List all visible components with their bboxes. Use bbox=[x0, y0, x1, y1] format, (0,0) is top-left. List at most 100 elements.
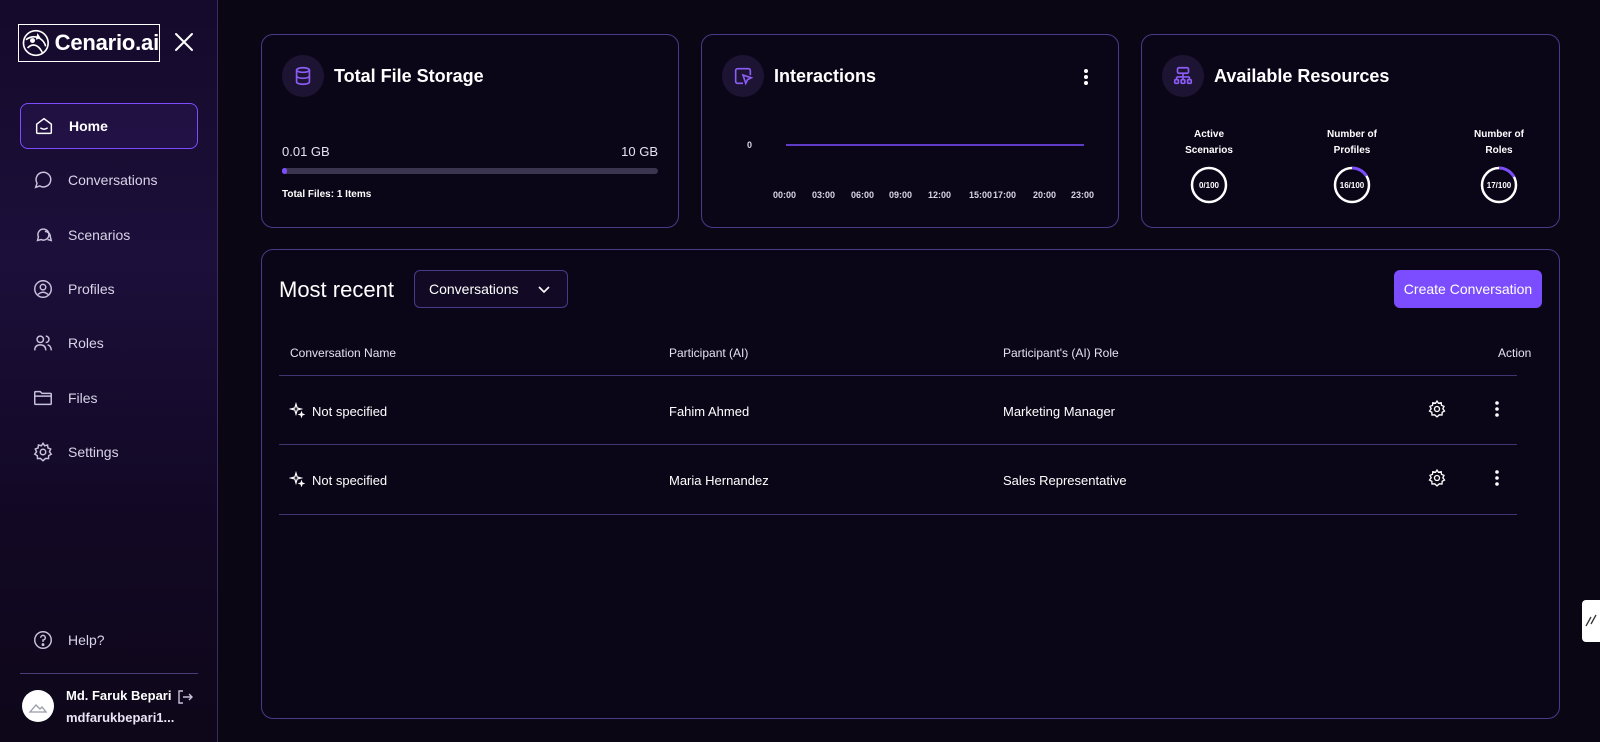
x-tick-label: 03:00 bbox=[812, 190, 836, 200]
chat-icon bbox=[34, 171, 52, 189]
app-name: Cenario.ai bbox=[54, 30, 160, 55]
resources-card: Available Resources Active Scenarios 0/100… bbox=[1141, 34, 1560, 228]
x-tick-label: 06:00 bbox=[851, 190, 875, 200]
resources-icon-wrap bbox=[1162, 55, 1204, 97]
row-menu-icon[interactable] bbox=[1487, 399, 1507, 419]
resource-label: Number of bbox=[1474, 129, 1524, 140]
x-tick-label: 12:00 bbox=[928, 190, 952, 200]
avatar[interactable] bbox=[22, 690, 54, 722]
column-header-action: Action bbox=[1498, 346, 1532, 360]
row-conversation-name[interactable]: Not specified bbox=[312, 473, 387, 488]
storage-progress-bar bbox=[282, 168, 658, 174]
sidebar-item-roles[interactable]: Roles bbox=[20, 320, 198, 366]
sidebar-item-home[interactable]: Home bbox=[20, 103, 198, 149]
ring-value: 17/100 bbox=[1487, 181, 1512, 190]
side-tab-icon bbox=[1585, 614, 1597, 627]
x-tick-label: 09:00 bbox=[889, 190, 913, 200]
row-role: Marketing Manager bbox=[1003, 404, 1115, 419]
sidebar: Cenario.ai Home Conversations Scenarios … bbox=[0, 0, 218, 742]
sidebar-item-label: Help? bbox=[68, 632, 105, 648]
home-icon bbox=[35, 117, 53, 135]
chevron-down-icon bbox=[538, 286, 550, 294]
app-logo[interactable]: Cenario.ai bbox=[18, 24, 160, 62]
resources-title: Available Resources bbox=[1214, 66, 1390, 86]
resource-stat: Active Scenarios 0/100 bbox=[1164, 127, 1254, 205]
column-header-name[interactable]: Conversation Name bbox=[290, 346, 396, 360]
sidebar-item-files[interactable]: Files bbox=[20, 375, 198, 421]
recent-filter-value: Conversations bbox=[429, 281, 519, 297]
resource-progress-ring: 16/100 bbox=[1333, 166, 1371, 204]
sparkle-icon bbox=[289, 471, 305, 487]
storage-title: Total File Storage bbox=[334, 66, 484, 86]
sidebar-item-help[interactable]: Help? bbox=[20, 617, 198, 663]
x-tick-label: 00:00 bbox=[773, 190, 797, 200]
sidebar-item-label: Profiles bbox=[68, 281, 115, 297]
resource-label: Scenarios bbox=[1185, 145, 1233, 156]
table-row[interactable]: Not specified Maria Hernandez Sales Repr… bbox=[279, 445, 1517, 513]
logout-icon[interactable] bbox=[176, 688, 194, 706]
help-icon bbox=[34, 631, 52, 649]
resource-label: Active bbox=[1193, 129, 1224, 140]
sidebar-item-scenarios[interactable]: Scenarios bbox=[20, 212, 198, 258]
x-tick-label: 20:00 bbox=[1033, 190, 1057, 200]
row-settings-icon[interactable] bbox=[1427, 399, 1447, 419]
ring-value: 0/100 bbox=[1199, 181, 1220, 190]
resource-label: Number of bbox=[1327, 129, 1377, 140]
storage-icon-wrap bbox=[282, 55, 324, 97]
table-row[interactable]: Not specified Fahim Ahmed Marketing Mana… bbox=[279, 376, 1517, 444]
row-conversation-name[interactable]: Not specified bbox=[312, 404, 387, 419]
sidebar-item-label: Settings bbox=[68, 444, 119, 460]
sidebar-item-label: Scenarios bbox=[68, 227, 131, 243]
storage-file-count: Total Files: 1 Items bbox=[282, 189, 372, 200]
storage-used: 0.01 GB bbox=[282, 144, 330, 159]
close-sidebar-icon[interactable] bbox=[172, 30, 196, 54]
storage-progress-fill bbox=[282, 168, 287, 174]
logo-mark-icon bbox=[22, 29, 49, 57]
sidebar-item-label: Files bbox=[68, 390, 98, 406]
x-tick-label: 23:00 bbox=[1071, 190, 1095, 200]
user-name: Md. Faruk Bepari bbox=[66, 688, 172, 703]
x-tick-label: 17:00 bbox=[993, 190, 1017, 200]
resource-stat: Number of Roles 17/100 bbox=[1454, 127, 1544, 205]
row-participant: Maria Hernandez bbox=[669, 473, 769, 488]
column-header-participant[interactable]: Participant (AI) bbox=[669, 346, 748, 360]
sidebar-item-profiles[interactable]: Profiles bbox=[20, 266, 198, 312]
column-header-role[interactable]: Participant's (AI) Role bbox=[1003, 346, 1119, 360]
database-icon bbox=[295, 66, 311, 86]
recent-filter-select[interactable]: Conversations bbox=[414, 270, 568, 308]
resource-stat: Number of Profiles 16/100 bbox=[1307, 127, 1397, 205]
resource-progress-ring: 0/100 bbox=[1190, 166, 1228, 204]
sparkle-icon bbox=[289, 402, 305, 418]
user-email: mdfarukbepari1... bbox=[66, 710, 175, 725]
row-settings-icon[interactable] bbox=[1427, 468, 1447, 488]
recent-card: Most recent Conversations Create Convers… bbox=[261, 249, 1560, 719]
row-role: Sales Representative bbox=[1003, 473, 1127, 488]
folder-icon bbox=[34, 390, 52, 406]
sidebar-item-label: Home bbox=[69, 118, 108, 134]
profile-icon bbox=[34, 280, 52, 298]
sidebar-item-conversations[interactable]: Conversations bbox=[20, 157, 198, 203]
sidebar-item-label: Roles bbox=[68, 335, 104, 351]
storage-card: Total File Storage 0.01 GB 10 GB Total F… bbox=[261, 34, 679, 228]
sidebar-item-settings[interactable]: Settings bbox=[20, 429, 198, 475]
avatar-placeholder-icon bbox=[28, 704, 48, 713]
scenarios-icon bbox=[36, 228, 53, 242]
recent-title: Most recent bbox=[279, 277, 394, 302]
user-profile[interactable]: Md. Faruk Bepari mdfarukbepari1... bbox=[22, 688, 198, 734]
floating-side-tab[interactable] bbox=[1582, 600, 1600, 642]
row-menu-icon[interactable] bbox=[1487, 468, 1507, 488]
storage-total: 10 GB bbox=[621, 144, 658, 159]
row-divider bbox=[279, 514, 1517, 515]
y-tick-label: 0 bbox=[747, 140, 753, 150]
sidebar-divider bbox=[20, 673, 198, 674]
resource-label: Roles bbox=[1485, 145, 1513, 156]
sidebar-item-label: Conversations bbox=[68, 172, 158, 188]
hierarchy-icon bbox=[1173, 66, 1193, 85]
resource-label: Profiles bbox=[1333, 145, 1371, 156]
gear-icon bbox=[33, 441, 53, 462]
ring-value: 16/100 bbox=[1340, 181, 1365, 190]
users-icon bbox=[34, 335, 52, 351]
create-conversation-button[interactable]: Create Conversation bbox=[1394, 270, 1542, 308]
x-tick-label: 15:00 bbox=[969, 190, 993, 200]
resource-progress-ring: 17/100 bbox=[1480, 166, 1518, 204]
